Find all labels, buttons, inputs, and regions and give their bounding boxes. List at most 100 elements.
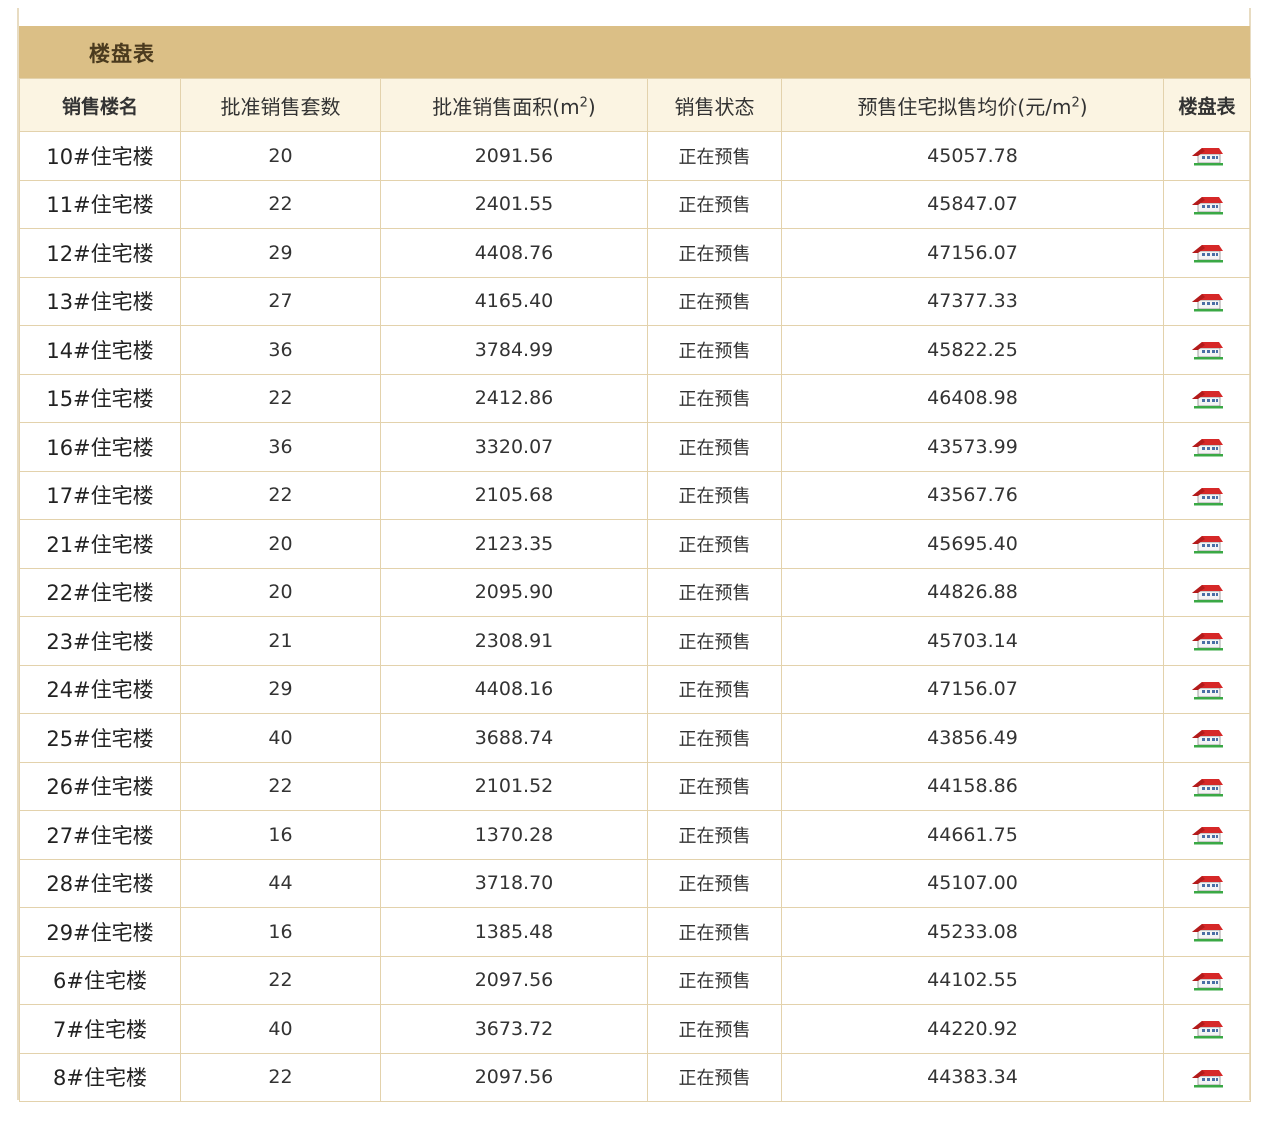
price-cell: 45057.78 [781, 131, 1164, 181]
building-name-cell: 24#住宅楼 [19, 664, 181, 714]
price-cell: 44661.75 [781, 810, 1164, 860]
house-icon[interactable] [1189, 436, 1225, 458]
house-icon[interactable] [1189, 388, 1225, 410]
area-cell: 4408.16 [380, 664, 648, 714]
house-icon[interactable] [1189, 242, 1225, 264]
floor-table-cell[interactable] [1163, 567, 1251, 617]
status-cell: 正在预售 [647, 228, 782, 278]
building-name-cell: 14#住宅楼 [19, 325, 181, 375]
house-icon[interactable] [1189, 145, 1225, 167]
area-cell: 2101.52 [380, 761, 648, 811]
house-icon[interactable] [1189, 727, 1225, 749]
house-icon[interactable] [1189, 824, 1225, 846]
building-name-cell: 29#住宅楼 [19, 907, 181, 957]
house-icon[interactable] [1189, 921, 1225, 943]
floor-table-cell[interactable] [1163, 713, 1251, 763]
table-row: 23#住宅楼 21 2308.91 正在预售 45703.14 [19, 616, 1251, 666]
building-name-cell: 21#住宅楼 [19, 519, 181, 569]
header-building-name: 销售楼名 [19, 78, 181, 132]
house-icon[interactable] [1189, 291, 1225, 313]
table-row: 15#住宅楼 22 2412.86 正在预售 46408.98 [19, 373, 1251, 423]
building-name-cell: 10#住宅楼 [19, 131, 181, 181]
building-table: 销售楼名 批准销售套数 批准销售面积(m2) 销售状态 预售住宅拟售均价(元/m… [19, 78, 1251, 1102]
unit-count-cell: 36 [180, 325, 381, 375]
status-cell: 正在预售 [647, 276, 782, 326]
house-icon[interactable] [1189, 194, 1225, 216]
area-cell: 2105.68 [380, 470, 648, 520]
house-icon[interactable] [1189, 873, 1225, 895]
price-cell: 47377.33 [781, 276, 1164, 326]
area-cell: 1370.28 [380, 810, 648, 860]
floor-table-cell[interactable] [1163, 1052, 1251, 1102]
unit-count-cell: 36 [180, 422, 381, 472]
status-cell: 正在预售 [647, 325, 782, 375]
house-icon[interactable] [1189, 1018, 1225, 1040]
status-cell: 正在预售 [647, 713, 782, 763]
unit-count-cell: 40 [180, 713, 381, 763]
floor-table-cell[interactable] [1163, 422, 1251, 472]
title-bar: 楼盘表 [19, 26, 1250, 78]
house-icon[interactable] [1189, 339, 1225, 361]
house-icon[interactable] [1189, 776, 1225, 798]
table-row: 16#住宅楼 36 3320.07 正在预售 43573.99 [19, 422, 1251, 472]
status-cell: 正在预售 [647, 664, 782, 714]
header-floor-table: 楼盘表 [1163, 78, 1251, 132]
floor-table-cell[interactable] [1163, 907, 1251, 957]
unit-count-cell: 22 [180, 470, 381, 520]
status-cell: 正在预售 [647, 907, 782, 957]
status-cell: 正在预售 [647, 179, 782, 229]
header-avg-price: 预售住宅拟售均价(元/m2) [781, 78, 1164, 132]
building-name-cell: 23#住宅楼 [19, 616, 181, 666]
table-row: 25#住宅楼 40 3688.74 正在预售 43856.49 [19, 713, 1251, 763]
building-name-cell: 25#住宅楼 [19, 713, 181, 763]
area-cell: 2401.55 [380, 179, 648, 229]
house-icon[interactable] [1189, 582, 1225, 604]
price-cell: 45703.14 [781, 616, 1164, 666]
floor-table-cell[interactable] [1163, 1004, 1251, 1054]
area-cell: 2095.90 [380, 567, 648, 617]
house-icon[interactable] [1189, 533, 1225, 555]
unit-count-cell: 20 [180, 567, 381, 617]
floor-table-cell[interactable] [1163, 810, 1251, 860]
house-icon[interactable] [1189, 1067, 1225, 1089]
status-cell: 正在预售 [647, 858, 782, 908]
building-name-cell: 16#住宅楼 [19, 422, 181, 472]
area-cell: 4408.76 [380, 228, 648, 278]
unit-count-cell: 16 [180, 810, 381, 860]
unit-count-cell: 40 [180, 1004, 381, 1054]
floor-table-cell[interactable] [1163, 228, 1251, 278]
price-cell: 43856.49 [781, 713, 1164, 763]
house-icon[interactable] [1189, 970, 1225, 992]
floor-table-cell[interactable] [1163, 131, 1251, 181]
building-name-cell: 17#住宅楼 [19, 470, 181, 520]
building-name-cell: 7#住宅楼 [19, 1004, 181, 1054]
floor-table-cell[interactable] [1163, 276, 1251, 326]
table-row: 12#住宅楼 29 4408.76 正在预售 47156.07 [19, 228, 1251, 278]
status-cell: 正在预售 [647, 1052, 782, 1102]
floor-table-cell[interactable] [1163, 519, 1251, 569]
table-row: 8#住宅楼 22 2097.56 正在预售 44383.34 [19, 1052, 1251, 1102]
floor-table-cell[interactable] [1163, 179, 1251, 229]
floor-table-cell[interactable] [1163, 470, 1251, 520]
floor-table-cell[interactable] [1163, 373, 1251, 423]
area-cell: 3673.72 [380, 1004, 648, 1054]
house-icon[interactable] [1189, 679, 1225, 701]
building-name-cell: 6#住宅楼 [19, 955, 181, 1005]
table-row: 17#住宅楼 22 2105.68 正在预售 43567.76 [19, 470, 1251, 520]
area-cell: 2097.56 [380, 955, 648, 1005]
house-icon[interactable] [1189, 630, 1225, 652]
floor-table-cell[interactable] [1163, 955, 1251, 1005]
floor-table-cell[interactable] [1163, 325, 1251, 375]
table-row: 11#住宅楼 22 2401.55 正在预售 45847.07 [19, 179, 1251, 229]
house-icon[interactable] [1189, 485, 1225, 507]
floor-table-cell[interactable] [1163, 664, 1251, 714]
price-cell: 45822.25 [781, 325, 1164, 375]
table-row: 21#住宅楼 20 2123.35 正在预售 45695.40 [19, 519, 1251, 569]
floor-table-cell[interactable] [1163, 616, 1251, 666]
unit-count-cell: 22 [180, 373, 381, 423]
floor-table-cell[interactable] [1163, 858, 1251, 908]
building-name-cell: 26#住宅楼 [19, 761, 181, 811]
area-cell: 2412.86 [380, 373, 648, 423]
price-cell: 45233.08 [781, 907, 1164, 957]
floor-table-cell[interactable] [1163, 761, 1251, 811]
